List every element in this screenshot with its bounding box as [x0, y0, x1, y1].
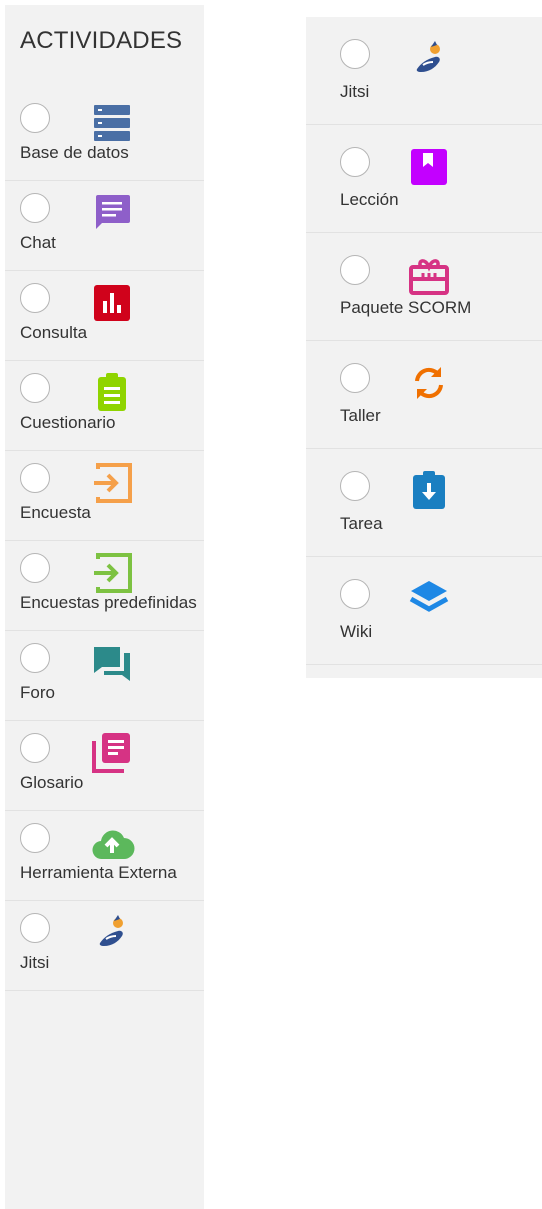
package-icon	[405, 251, 453, 299]
activity-item-consulta[interactable]: Consulta	[5, 271, 204, 361]
radio-button[interactable]	[340, 579, 370, 609]
radio-button[interactable]	[20, 913, 50, 943]
activity-item-jitsi[interactable]: Jitsi	[306, 17, 542, 125]
activity-item-encuesta[interactable]: Encuesta	[5, 451, 204, 541]
assignment-download-icon	[405, 467, 453, 515]
radio-button[interactable]	[20, 643, 50, 673]
activity-item-herramienta-externa[interactable]: Herramienta Externa	[5, 811, 204, 901]
activity-list: Jitsi Lección Paquete SCORM Taller Tarea…	[306, 17, 542, 665]
activity-item-glosario[interactable]: Glosario	[5, 721, 204, 811]
layers-icon	[405, 575, 453, 623]
radio-button[interactable]	[340, 39, 370, 69]
radio-button[interactable]	[20, 193, 50, 223]
activity-label: Paquete SCORM	[340, 298, 472, 317]
bar-chart-icon	[88, 279, 136, 327]
enter-arrow-icon	[88, 549, 136, 597]
chat-icon	[88, 189, 136, 237]
activity-item-taller[interactable]: Taller	[306, 341, 542, 449]
glossary-icon	[88, 729, 136, 777]
activity-label: Taller	[340, 406, 381, 425]
activity-item-foro[interactable]: Foro	[5, 631, 204, 721]
activity-item-chat[interactable]: Chat	[5, 181, 204, 271]
clipboard-list-icon	[88, 369, 136, 417]
activity-item-tarea[interactable]: Tarea	[306, 449, 542, 557]
activity-item-leccion[interactable]: Lección	[306, 125, 542, 233]
radio-button[interactable]	[20, 463, 50, 493]
activity-item-base-de-datos[interactable]: Base de datos	[5, 91, 204, 181]
radio-button[interactable]	[20, 283, 50, 313]
activity-label: Lección	[340, 190, 399, 209]
section-title: ACTIVIDADES	[20, 27, 183, 54]
activities-panel-right: Jitsi Lección Paquete SCORM Taller Tarea…	[306, 17, 542, 678]
cloud-upload-icon	[88, 819, 136, 867]
radio-button[interactable]	[20, 553, 50, 583]
forum-icon	[88, 639, 136, 687]
activities-panel-left: ACTIVIDADES Base de datos Chat Consulta …	[5, 5, 204, 1209]
activity-item-encuestas-predefinidas[interactable]: Encuestas predefinidas	[5, 541, 204, 631]
radio-button[interactable]	[340, 363, 370, 393]
radio-button[interactable]	[20, 733, 50, 763]
activity-list: Base de datos Chat Consulta Cuestionario…	[5, 91, 204, 991]
activity-item-cuestionario[interactable]: Cuestionario	[5, 361, 204, 451]
refresh-icon	[405, 359, 453, 407]
bookmark-icon	[405, 143, 453, 191]
activity-item-paquete-scorm[interactable]: Paquete SCORM	[306, 233, 542, 341]
jitsi-icon	[405, 35, 453, 83]
radio-button[interactable]	[340, 255, 370, 285]
enter-arrow-icon	[88, 459, 136, 507]
activity-label: Wiki	[340, 622, 373, 641]
radio-button[interactable]	[20, 373, 50, 403]
radio-button[interactable]	[340, 471, 370, 501]
radio-button[interactable]	[20, 103, 50, 133]
activity-item-jitsi[interactable]: Jitsi	[5, 901, 204, 991]
jitsi-icon	[88, 909, 136, 957]
database-icon	[88, 99, 136, 147]
radio-button[interactable]	[20, 823, 50, 853]
activity-label: Jitsi	[340, 82, 370, 101]
radio-button[interactable]	[340, 147, 370, 177]
activity-label: Tarea	[340, 514, 383, 533]
activity-item-wiki[interactable]: Wiki	[306, 557, 542, 665]
